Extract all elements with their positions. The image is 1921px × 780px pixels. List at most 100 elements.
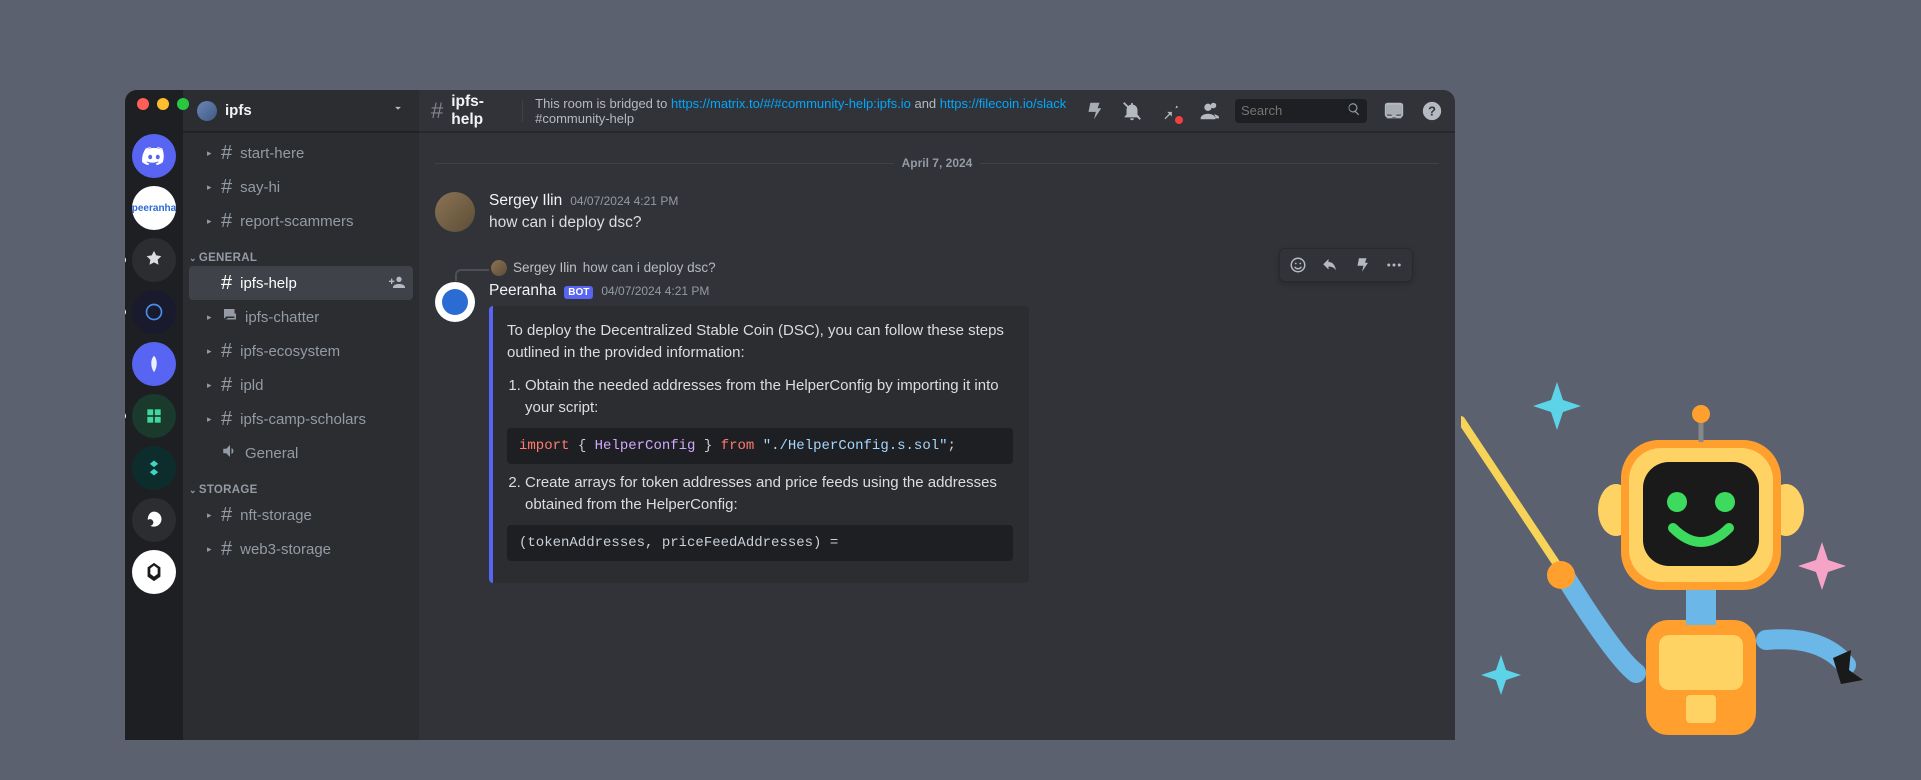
message: Sergey Ilin 04/07/2024 4:21 PM how can i… bbox=[435, 188, 1439, 248]
threads-icon[interactable] bbox=[1083, 100, 1105, 122]
message-author[interactable]: Peeranha bbox=[489, 282, 556, 300]
add-reaction-icon[interactable] bbox=[1282, 251, 1314, 279]
channel-label: web3-storage bbox=[240, 541, 331, 558]
pinned-icon[interactable] bbox=[1159, 100, 1181, 122]
close-window-icon[interactable] bbox=[137, 98, 149, 110]
chevron-down-icon: ⌄ bbox=[189, 485, 197, 496]
message-timestamp: 04/07/2024 4:21 PM bbox=[601, 284, 709, 298]
channel-ipfs-camp-scholars[interactable]: ▸ # ipfs-camp-scholars bbox=[189, 402, 413, 436]
embed-step: Obtain the needed addresses from the Hel… bbox=[525, 375, 1013, 420]
channel-say-hi[interactable]: ▸ # say-hi bbox=[189, 170, 413, 204]
server-item-8[interactable] bbox=[132, 498, 176, 542]
topic-text: and bbox=[911, 96, 940, 111]
avatar[interactable] bbox=[435, 192, 475, 232]
server-item-5[interactable] bbox=[132, 342, 176, 386]
collapse-icon: ▸ bbox=[207, 312, 215, 323]
topic-link-1[interactable]: https://matrix.to/#/#community-help:ipfs… bbox=[671, 96, 911, 111]
channel-label: ipld bbox=[240, 377, 263, 394]
hash-icon: # bbox=[221, 142, 232, 165]
server-peeranha[interactable]: peeranha bbox=[132, 186, 176, 230]
channel-label: ipfs-camp-scholars bbox=[240, 411, 366, 428]
channel-sidebar: ipfs ▸ # start-here ▸ # say-hi ▸ # repor… bbox=[183, 90, 419, 740]
channel-web3-storage[interactable]: ▸ # web3-storage bbox=[189, 532, 413, 566]
embed-intro: To deploy the Decentralized Stable Coin … bbox=[507, 320, 1013, 365]
category-general[interactable]: ⌄ GENERAL bbox=[183, 238, 419, 266]
channel-header: # ipfs-help This room is bridged to http… bbox=[419, 90, 1455, 132]
search-icon bbox=[1347, 102, 1361, 119]
category-storage[interactable]: ⌄ STORAGE bbox=[183, 470, 419, 498]
channel-ipfs-chatter[interactable]: ▸ ipfs-chatter bbox=[189, 300, 413, 334]
thread-icon[interactable] bbox=[1346, 251, 1378, 279]
hash-icon: # bbox=[431, 98, 443, 124]
collapse-icon: ▸ bbox=[207, 216, 215, 227]
svg-text:?: ? bbox=[1428, 103, 1436, 118]
channel-label: report-scammers bbox=[240, 213, 353, 230]
speaker-icon bbox=[221, 442, 239, 465]
chevron-down-icon bbox=[391, 101, 405, 120]
category-label: GENERAL bbox=[199, 252, 257, 264]
channel-general-voice[interactable]: ▸ General bbox=[189, 436, 413, 470]
chevron-down-icon: ⌄ bbox=[189, 253, 197, 264]
code-block: import { HelperConfig } from "./HelperCo… bbox=[507, 428, 1013, 464]
server-item-6[interactable] bbox=[132, 394, 176, 438]
channel-list: ▸ # start-here ▸ # say-hi ▸ # report-sca… bbox=[183, 132, 419, 740]
main-content: # ipfs-help This room is bridged to http… bbox=[419, 90, 1455, 740]
hash-icon: # bbox=[221, 374, 232, 397]
topic-text: This room is bridged to bbox=[535, 96, 671, 111]
channel-report-scammers[interactable]: ▸ # report-scammers bbox=[189, 204, 413, 238]
message-author[interactable]: Sergey Ilin bbox=[489, 192, 562, 210]
search-input[interactable] bbox=[1241, 103, 1347, 118]
hash-icon: # bbox=[221, 272, 232, 295]
inbox-icon[interactable] bbox=[1383, 100, 1405, 122]
add-user-icon[interactable] bbox=[389, 274, 405, 293]
server-item-9[interactable] bbox=[132, 550, 176, 594]
notifications-icon[interactable] bbox=[1121, 100, 1143, 122]
server-item-3[interactable] bbox=[132, 238, 176, 282]
separator bbox=[522, 100, 523, 122]
channel-label: ipfs-chatter bbox=[245, 309, 319, 326]
channel-label: General bbox=[245, 445, 298, 462]
message-text: how can i deploy dsc? bbox=[489, 212, 1439, 234]
hash-icon: # bbox=[221, 408, 232, 431]
more-icon[interactable] bbox=[1378, 251, 1410, 279]
hash-icon: # bbox=[221, 504, 232, 527]
server-list: peeranha bbox=[125, 90, 183, 740]
code-block: (tokenAddresses, priceFeedAddresses) = bbox=[507, 525, 1013, 561]
channel-label: say-hi bbox=[240, 179, 280, 196]
channel-ipfs-ecosystem[interactable]: ▸ # ipfs-ecosystem bbox=[189, 334, 413, 368]
channel-title: ipfs-help bbox=[451, 93, 506, 129]
channel-label: start-here bbox=[240, 145, 304, 162]
collapse-icon: ▸ bbox=[207, 346, 215, 357]
channel-nft-storage[interactable]: ▸ # nft-storage bbox=[189, 498, 413, 532]
server-item-4[interactable] bbox=[132, 290, 176, 334]
channel-ipfs-help[interactable]: ▸ # ipfs-help bbox=[189, 266, 413, 300]
server-header-dropdown[interactable]: ipfs bbox=[183, 90, 419, 132]
avatar[interactable] bbox=[435, 282, 475, 322]
channel-label: ipfs-ecosystem bbox=[240, 343, 340, 360]
server-item-7[interactable] bbox=[132, 446, 176, 490]
collapse-icon: ▸ bbox=[207, 148, 215, 159]
category-label: STORAGE bbox=[199, 484, 258, 496]
reply-icon[interactable] bbox=[1314, 251, 1346, 279]
hash-icon: # bbox=[221, 340, 232, 363]
collapse-icon: ▸ bbox=[207, 380, 215, 391]
channel-topic: This room is bridged to https://matrix.t… bbox=[535, 96, 1075, 126]
minimize-window-icon[interactable] bbox=[157, 98, 169, 110]
server-name: ipfs bbox=[225, 102, 391, 119]
embed-step: Create arrays for token addresses and pr… bbox=[525, 472, 1013, 517]
window-controls bbox=[137, 98, 189, 110]
discord-home-button[interactable] bbox=[132, 134, 176, 178]
topic-link-2[interactable]: https://filecoin.io/slack bbox=[940, 96, 1066, 111]
hash-icon: # bbox=[221, 538, 232, 561]
channel-start-here[interactable]: ▸ # start-here bbox=[189, 136, 413, 170]
topic-text: #community-help bbox=[535, 111, 634, 126]
channel-ipld[interactable]: ▸ # ipld bbox=[189, 368, 413, 402]
hash-icon: # bbox=[221, 210, 232, 233]
maximize-window-icon[interactable] bbox=[177, 98, 189, 110]
members-icon[interactable] bbox=[1197, 100, 1219, 122]
search-box[interactable] bbox=[1235, 99, 1367, 123]
collapse-icon: ▸ bbox=[207, 544, 215, 555]
help-icon[interactable]: ? bbox=[1421, 100, 1443, 122]
channel-label: nft-storage bbox=[240, 507, 312, 524]
collapse-icon: ▸ bbox=[207, 510, 215, 521]
